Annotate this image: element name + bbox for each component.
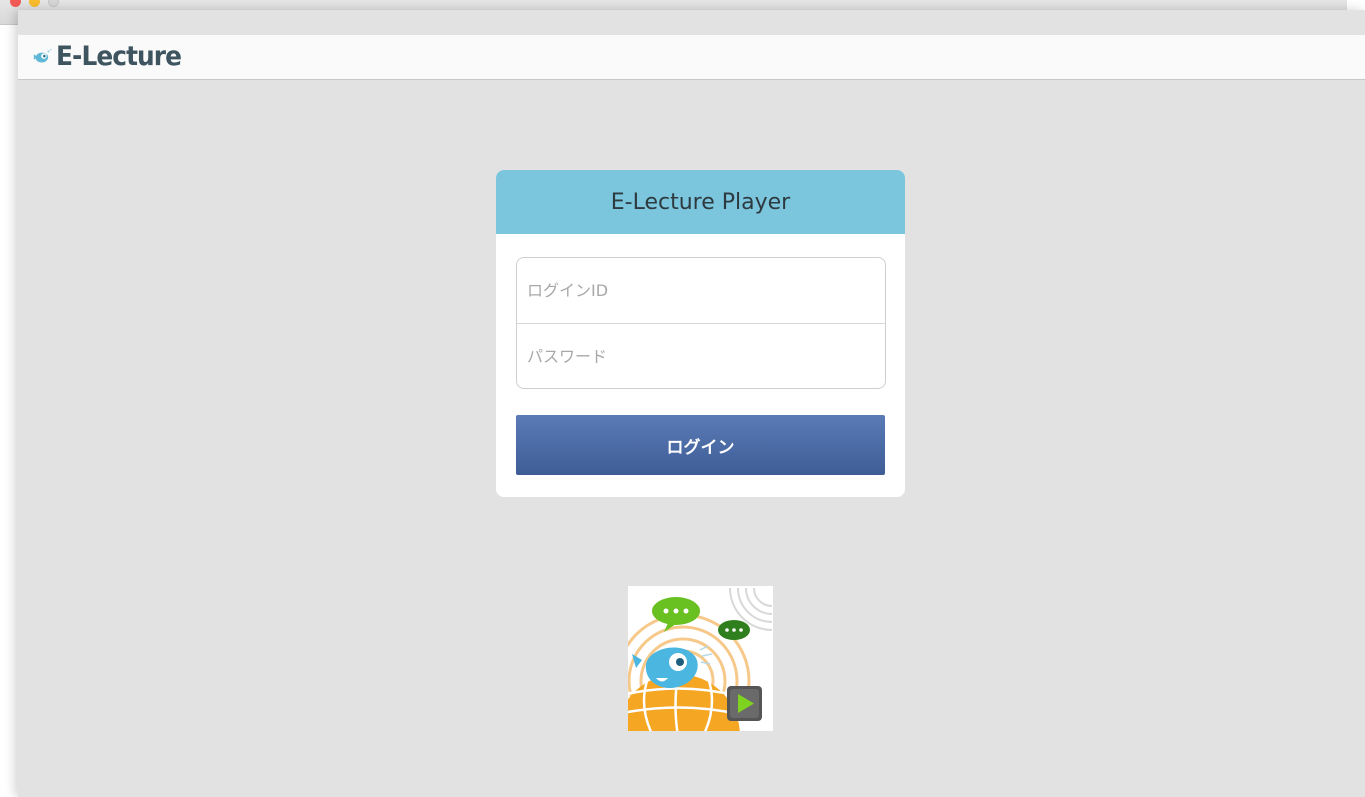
- zoom-window-button[interactable]: [48, 0, 59, 7]
- minimize-window-button[interactable]: [29, 0, 40, 7]
- brand-name: E-Lecture: [56, 41, 182, 72]
- app-window: E-Lecture E-Lecture Player ログイン: [18, 10, 1365, 797]
- login-panel-title: E-Lecture Player: [496, 170, 905, 234]
- app-header-bar: E-Lecture: [18, 35, 1365, 80]
- login-button[interactable]: ログイン: [516, 415, 885, 475]
- e-lecture-app-icon: [628, 586, 773, 731]
- credentials-group: [516, 257, 886, 389]
- close-window-button[interactable]: [10, 0, 21, 7]
- password-input[interactable]: [517, 323, 885, 388]
- login-panel: E-Lecture Player ログイン: [496, 170, 905, 497]
- login-id-input[interactable]: [517, 258, 885, 323]
- fish-logo-icon: [33, 48, 52, 62]
- brand-logo: E-Lecture: [32, 41, 192, 72]
